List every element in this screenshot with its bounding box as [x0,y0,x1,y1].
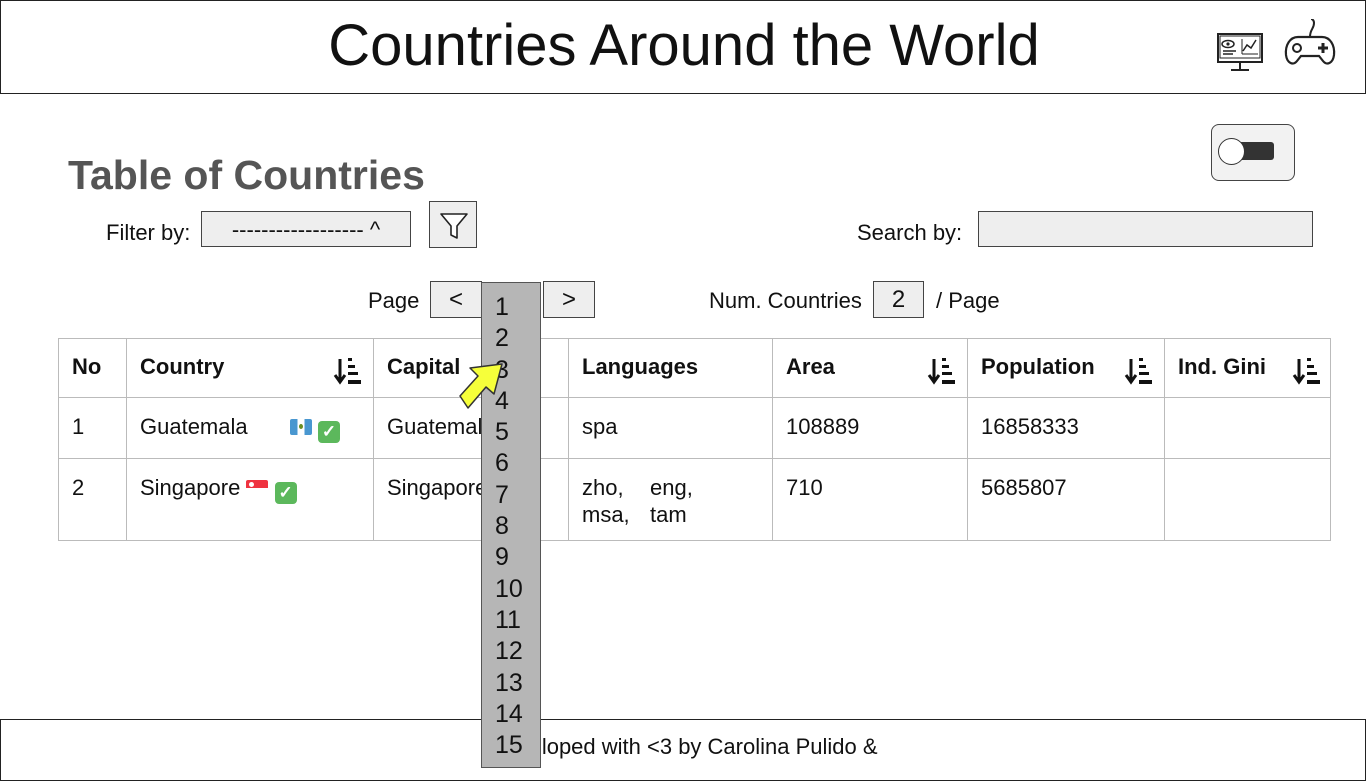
next-page-button[interactable]: > [543,281,595,318]
toggle-knob [1218,138,1245,165]
sort-icon[interactable] [1292,356,1322,392]
page-option[interactable]: 13 [482,668,540,699]
col-header-gini[interactable]: Ind. Gini [1164,338,1331,398]
cell-gini [1164,397,1331,459]
country-name: Guatemala [140,414,248,439]
page-option[interactable]: 9 [482,542,540,573]
page-option[interactable]: 6 [482,448,540,479]
table-row[interactable]: 1 Guatemala ✓ Guatemala City spa 108889 … [58,397,1331,459]
mouse-cursor-icon [459,363,503,409]
num-countries-input[interactable]: 2 [873,281,924,318]
page-option[interactable]: 5 [482,417,540,448]
cell-population: 16858333 [967,397,1165,459]
footer-credits: Developed with <3 by Carolina Pulido & [490,734,878,759]
page-option[interactable]: 7 [482,480,540,511]
app-title: Countries Around the World [328,13,1040,78]
prev-page-button[interactable]: < [430,281,482,318]
language-code: eng, [650,475,693,500]
page-option[interactable]: 11 [482,605,540,636]
col-header-country[interactable]: Country [126,338,374,398]
cell-country: Singapore ✓ [126,458,374,541]
col-header-population[interactable]: Population [967,338,1165,398]
gamepad-icon[interactable] [1284,18,1336,72]
page-label: Page [368,288,420,313]
checkmark-icon: ✓ [274,482,297,504]
dashboard-monitor-icon[interactable] [1216,32,1264,77]
page-option[interactable]: 14 [482,699,540,730]
page-option[interactable]: 2 [482,323,540,354]
cell-no: 2 [58,458,127,541]
search-label: Search by: [857,220,963,245]
page-dropdown[interactable]: 1 2 3 4 5 6 7 8 9 10 11 12 13 14 15 [481,282,541,768]
section-title: Table of Countries [68,152,425,198]
funnel-icon [440,213,468,239]
cell-area: 108889 [772,397,968,459]
checkmark-icon: ✓ [318,421,340,443]
flag-guatemala-icon [289,419,312,435]
cell-gini [1164,458,1331,541]
filter-label: Filter by: [106,220,191,245]
page-option[interactable]: 15 [482,730,540,761]
per-page-label: / Page [936,288,1000,313]
sort-icon[interactable] [927,356,957,392]
cell-area: 710 [772,458,968,541]
page-option[interactable]: 8 [482,511,540,542]
table-header-row: No Country Capital Languages Area Popula… [58,338,1331,398]
sort-icon[interactable] [1124,356,1154,392]
flag-singapore-icon [246,480,269,496]
page-option[interactable]: 1 [482,292,540,323]
col-header-languages: Languages [568,338,773,398]
table-row[interactable]: 2 Singapore ✓ Singapore zho, eng, msa, tam… [58,458,1331,541]
language-code: zho, [582,475,624,500]
countries-table: No Country Capital Languages Area Popula… [58,338,1331,541]
language-code: msa, [582,502,630,527]
language-code: tam [650,502,687,527]
col-header-area[interactable]: Area [772,338,968,398]
sort-icon[interactable] [333,356,363,392]
language-code: spa [582,414,618,439]
filter-select[interactable]: ------------------ ^ [201,211,411,247]
app-header: Countries Around the World [0,0,1366,94]
col-header-no: No [58,338,127,398]
country-name: Singapore [140,475,241,500]
cell-languages: spa [568,397,773,459]
num-countries-label: Num. Countries [709,288,862,313]
cell-country: Guatemala ✓ [126,397,374,459]
filter-button[interactable] [429,201,477,248]
app-footer: Developed with <3 by Carolina Pulido & [0,719,1366,781]
search-input[interactable] [978,211,1313,247]
cell-population: 5685807 [967,458,1165,541]
page-option[interactable]: 10 [482,574,540,605]
cell-no: 1 [58,397,127,459]
view-toggle[interactable] [1211,124,1295,181]
cell-languages: zho, eng, msa, tam [568,458,773,541]
page-option[interactable]: 12 [482,636,540,667]
